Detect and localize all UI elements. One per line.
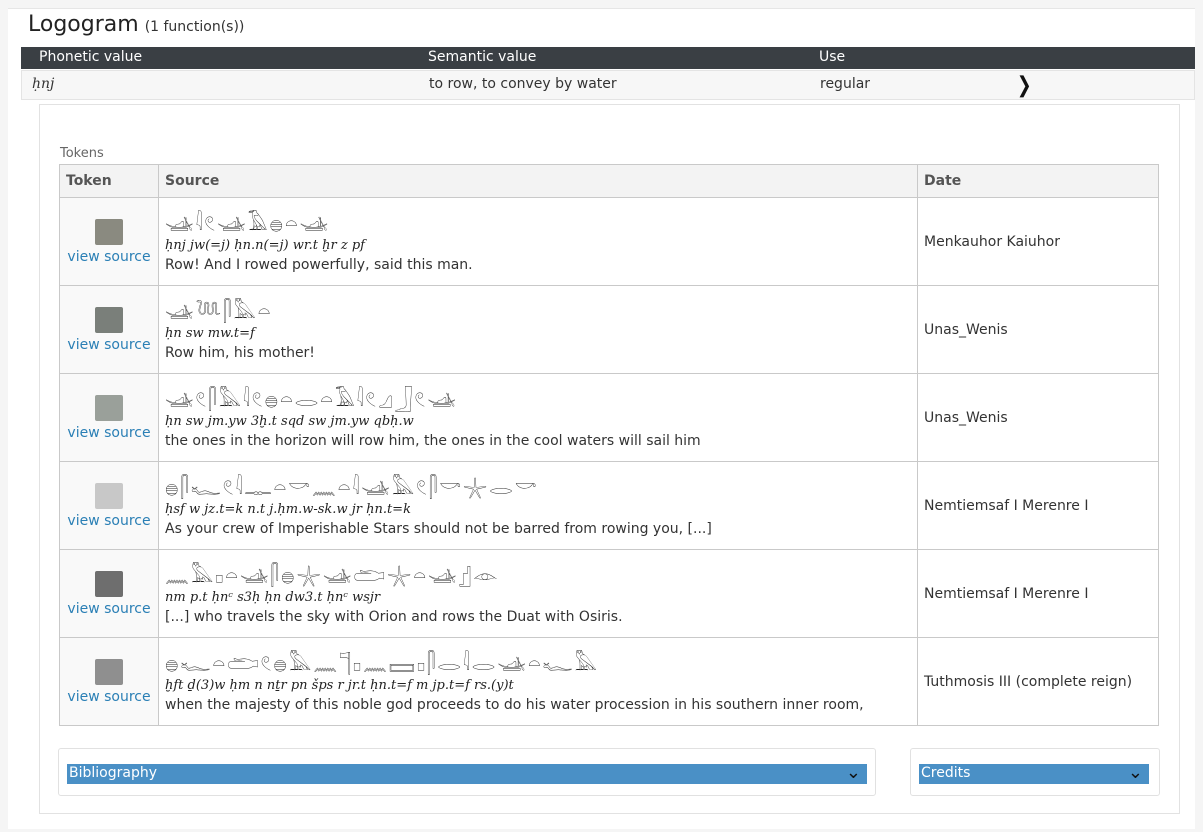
- phonetic-value: ḥnj: [32, 76, 55, 92]
- tokens-table: Token Source Date view source 𓊛𓇋𓏲𓊛𓄿𓐍𓏏𓊛 ḥ…: [59, 164, 1159, 726]
- col-phonetic-value: Phonetic value: [39, 49, 143, 65]
- date-cell: Nemtiemsaf I Merenre I: [917, 461, 1159, 550]
- bibliography-accordion: Bibliography ⌄: [58, 748, 876, 796]
- source-cell: 𓊛𓏲𓋴𓅓𓇋𓏲𓐍𓏏𓂋𓏏𓄿𓇋𓏲𓈎𓃀𓏲𓊛 ḥn sw jm.yw 3ḫ.t sqd s…: [158, 373, 918, 462]
- view-source-link[interactable]: view source: [67, 249, 150, 265]
- credits-toggle[interactable]: Credits ⌄: [919, 762, 1149, 784]
- col-token: Token: [59, 164, 159, 198]
- view-source-link[interactable]: view source: [67, 601, 150, 617]
- table-row: view source 𓊛𓆙𓋴𓅓𓏏 ḥn sw mw.t=f Row him, …: [59, 285, 1159, 374]
- token-cell: view source: [59, 549, 159, 638]
- page: Logogram (1 function(s)) Phonetic value S…: [0, 0, 1203, 832]
- chevron-down-icon[interactable]: ⌄: [846, 762, 861, 783]
- token-cell: view source: [59, 197, 159, 286]
- token-cell: view source: [59, 637, 159, 726]
- credits-label: Credits: [921, 765, 971, 781]
- hieroglyphs: 𓊛𓏲𓋴𓅓𓇋𓏲𓐍𓏏𓂋𓏏𓄿𓇋𓏲𓈎𓃀𓏲𓊛: [165, 387, 458, 411]
- use-value: regular: [820, 76, 871, 92]
- col-date: Date: [917, 164, 1159, 198]
- date-cell: Nemtiemsaf I Merenre I: [917, 549, 1159, 638]
- translation: [...] who travels the sky with Orion and…: [165, 609, 623, 625]
- source-cell: 𓐍𓆑𓏏𓂧𓏲𓐍𓅓𓈖𓊹𓊪𓈖𓈙𓊪𓋴𓂋𓇋𓂋𓊛𓏏𓆑𓅓 ḫft ḏ(3)w ḥm n nṯr…: [158, 637, 918, 726]
- functions-table-header: Phonetic value Semantic value Use: [21, 47, 1195, 69]
- translation: As your crew of Imperishable Stars shoul…: [165, 521, 712, 537]
- table-row: view source 𓐍𓋴𓆑𓏲𓇋𓊃𓏏𓎡𓈖𓏏𓇋𓊛𓅓𓏲𓋴𓎡𓇼𓂋𓎡 ḥsf w jz…: [59, 461, 1159, 550]
- token-thumbnail-image[interactable]: [95, 482, 123, 509]
- transliteration: ḫft ḏ(3)w ḥm n nṯr pn šps r jr.t ḥn.t=f …: [165, 678, 514, 693]
- chevron-right-icon[interactable]: ❯: [1017, 73, 1032, 98]
- function-count: (1 function(s)): [144, 19, 245, 35]
- view-source-link[interactable]: view source: [67, 689, 150, 705]
- section-heading: Logogram (1 function(s)): [28, 12, 244, 37]
- chevron-down-icon[interactable]: ⌄: [1128, 762, 1143, 783]
- transliteration: nm p.t ḥnᶜ s3ḥ ḥn dw3.t ḥnᶜ wsjr: [165, 590, 381, 605]
- source-cell: 𓈖𓅓𓊪𓏏𓊛𓋴𓐍𓇼𓊛𓂧𓇼𓏏𓊛𓊨𓁹 nm p.t ḥnᶜ s3ḥ ḥn dw3.t …: [158, 549, 918, 638]
- hieroglyphs: 𓊛𓆙𓋴𓅓𓏏: [165, 299, 273, 323]
- translation: the ones in the horizon will row him, th…: [165, 433, 701, 449]
- bibliography-toggle[interactable]: Bibliography ⌄: [67, 762, 867, 784]
- table-row: view source 𓊛𓏲𓋴𓅓𓇋𓏲𓐍𓏏𓂋𓏏𓄿𓇋𓏲𓈎𓃀𓏲𓊛 ḥn sw jm.y…: [59, 373, 1159, 462]
- date-cell: Menkauhor Kaiuhor: [917, 197, 1159, 286]
- token-cell: view source: [59, 373, 159, 462]
- tokens-label: Tokens: [60, 146, 104, 161]
- token-cell: view source: [59, 285, 159, 374]
- table-row: view source 𓈖𓅓𓊪𓏏𓊛𓋴𓐍𓇼𓊛𓂧𓇼𓏏𓊛𓊨𓁹 nm p.t ḥnᶜ s…: [59, 549, 1159, 638]
- source-cell: 𓐍𓋴𓆑𓏲𓇋𓊃𓏏𓎡𓈖𓏏𓇋𓊛𓅓𓏲𓋴𓎡𓇼𓂋𓎡 ḥsf w jz.t=k n.t j.ḥ…: [158, 461, 918, 550]
- token-thumbnail-image[interactable]: [95, 218, 123, 245]
- table-row: view source 𓐍𓆑𓏏𓂧𓏲𓐍𓅓𓈖𓊹𓊪𓈖𓈙𓊪𓋴𓂋𓇋𓂋𓊛𓏏𓆑𓅓 ḫft ḏ(…: [59, 637, 1159, 726]
- col-semantic-value: Semantic value: [428, 49, 537, 65]
- function-row[interactable]: ḥnj to row, to convey by water regular ❯: [21, 70, 1195, 100]
- hieroglyphs: 𓐍𓋴𓆑𓏲𓇋𓊃𓏏𓎡𓈖𓏏𓇋𓊛𓅓𓏲𓋴𓎡𓇼𓂋𓎡: [165, 475, 539, 499]
- view-source-link[interactable]: view source: [67, 513, 150, 529]
- source-cell: 𓊛𓆙𓋴𓅓𓏏 ḥn sw mw.t=f Row him, his mother!: [158, 285, 918, 374]
- tokens-header-row: Token Source Date: [59, 164, 1159, 198]
- date-cell: Unas_Wenis: [917, 285, 1159, 374]
- semantic-value: to row, to convey by water: [429, 76, 617, 92]
- heading-title: Logogram: [28, 12, 139, 37]
- token-thumbnail-image[interactable]: [95, 306, 123, 333]
- view-source-link[interactable]: view source: [67, 337, 150, 353]
- date-cell: Unas_Wenis: [917, 373, 1159, 462]
- date-cell: Tuthmosis III (complete reign): [917, 637, 1159, 726]
- transliteration: ḥnj jw(=j) ḥn.n(=j) wr.t ḫr z pf: [165, 238, 365, 253]
- col-use: Use: [819, 49, 846, 65]
- transliteration: ḥn sw jm.yw 3ḫ.t sqd sw jm.yw qbḥ.w: [165, 414, 414, 429]
- hieroglyphs: 𓐍𓆑𓏏𓂧𓏲𓐍𓅓𓈖𓊹𓊪𓈖𓈙𓊪𓋴𓂋𓇋𓂋𓊛𓏏𓆑𓅓: [165, 651, 599, 675]
- source-cell: 𓊛𓇋𓏲𓊛𓄿𓐍𓏏𓊛 ḥnj jw(=j) ḥn.n(=j) wr.t ḫr z p…: [158, 197, 918, 286]
- transliteration: ḥsf w jz.t=k n.t j.ḥm.w-sk.w jr ḥn.t=k: [165, 502, 411, 517]
- table-row: view source 𓊛𓇋𓏲𓊛𓄿𓐍𓏏𓊛 ḥnj jw(=j) ḥn.n(=j)…: [59, 197, 1159, 286]
- translation: when the majesty of this noble god proce…: [165, 697, 864, 713]
- token-thumbnail-image[interactable]: [95, 658, 123, 685]
- bibliography-label: Bibliography: [69, 765, 157, 781]
- token-cell: view source: [59, 461, 159, 550]
- token-thumbnail-image[interactable]: [95, 394, 123, 421]
- credits-accordion: Credits ⌄: [910, 748, 1160, 796]
- hieroglyphs: 𓊛𓇋𓏲𓊛𓄿𓐍𓏏𓊛: [165, 211, 331, 235]
- translation: Row! And I rowed powerfully, said this m…: [165, 257, 473, 273]
- view-source-link[interactable]: view source: [67, 425, 150, 441]
- token-thumbnail-image[interactable]: [95, 570, 123, 597]
- col-source: Source: [158, 164, 918, 198]
- hieroglyphs: 𓈖𓅓𓊪𓏏𓊛𓋴𓐍𓇼𓊛𓂧𓇼𓏏𓊛𓊨𓁹: [165, 563, 500, 587]
- transliteration: ḥn sw mw.t=f: [165, 326, 255, 341]
- translation: Row him, his mother!: [165, 345, 315, 361]
